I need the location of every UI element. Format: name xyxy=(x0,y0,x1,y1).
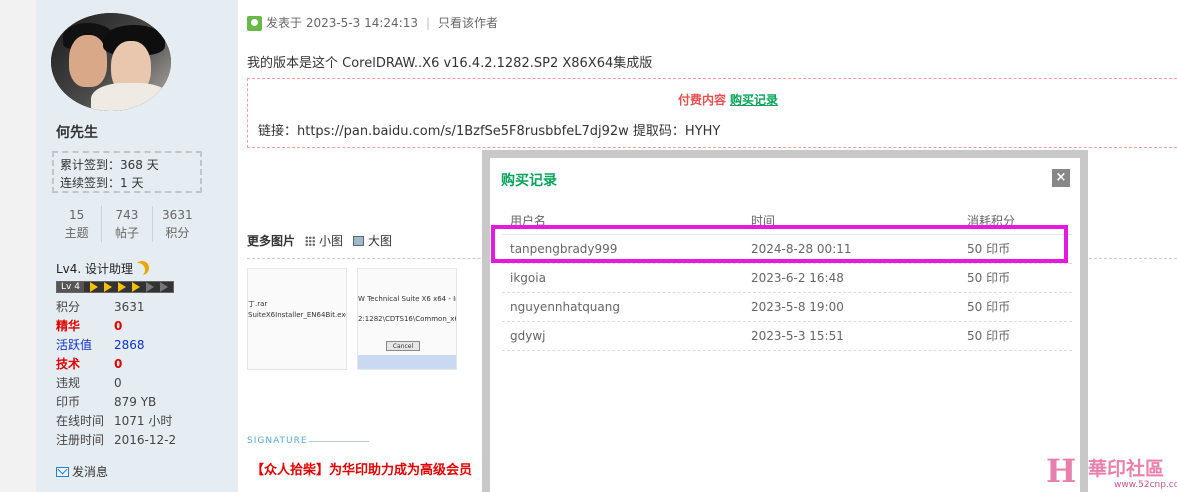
stat-points[interactable]: 3631 积分 xyxy=(153,206,202,242)
mail-icon xyxy=(56,467,69,477)
checkin-box: 累计签到：368 天 连续签到：1 天 xyxy=(52,151,202,193)
close-icon[interactable]: × xyxy=(1052,169,1070,187)
avatar[interactable] xyxy=(51,13,171,111)
paid-content-title: 付费内容 购买记录 xyxy=(678,93,779,107)
dialog-title: 购买记录 xyxy=(501,173,557,189)
checkin-total: 累计签到：368 天 xyxy=(60,158,159,172)
profile-row-points: 积分 3631 xyxy=(56,300,145,314)
username[interactable]: 何先生 xyxy=(56,122,98,142)
watermark-logo: H 華印社區 www.52cnp.com xyxy=(1046,452,1177,490)
large-pictures-link[interactable]: 大图 xyxy=(368,232,392,249)
chevron-icon xyxy=(103,282,112,292)
post-time: 发表于 2023-5-3 14:24:13 xyxy=(266,16,418,30)
level-progress-bar: Lv 4 xyxy=(56,281,174,293)
only-author-link[interactable]: 只看该作者 xyxy=(438,14,498,32)
post-meta: 发表于 2023-5-3 14:24:13 | 只看该作者 xyxy=(247,14,498,32)
level-badge: Lv 4 xyxy=(57,282,84,292)
chevron-icon xyxy=(145,282,154,292)
table-row: nguyennhatquang 2023-5-8 19:00 50 印币 xyxy=(502,293,1072,322)
author-online-icon xyxy=(247,15,262,31)
page: 何先生 累计签到：368 天 连续签到：1 天 15 主题 743 帖子 363… xyxy=(0,0,1177,492)
chevron-icon xyxy=(131,282,140,292)
author-sidebar: 何先生 累计签到：368 天 连续签到：1 天 15 主题 743 帖子 363… xyxy=(36,0,238,492)
download-link[interactable]: 链接：https://pan.baidu.com/s/1BzfSe5F8rusb… xyxy=(258,120,720,139)
picture-thumbnail[interactable]: W Technical Suite X6 x64 - InstallShiel … xyxy=(357,268,457,370)
left-gutter xyxy=(0,0,36,492)
chevron-icon xyxy=(159,282,168,292)
post-body: 我的版本是这个 CorelDRAW..X6 v16.4.2.1282.SP2 X… xyxy=(247,56,653,71)
profile-row-activity: 活跃值 2868 xyxy=(56,338,145,352)
paid-content-box: 付费内容 购买记录 链接：https://pan.baidu.com/s/1Bzf… xyxy=(247,78,1177,148)
user-stats: 15 主题 743 帖子 3631 积分 xyxy=(52,206,202,242)
grid-icon xyxy=(305,235,316,246)
stat-posts[interactable]: 743 帖子 xyxy=(102,206,153,242)
more-pictures-label: 更多图片 xyxy=(247,234,296,248)
profile-row-tech: 技术 0 xyxy=(56,357,123,371)
small-pictures-link[interactable]: 小图 xyxy=(319,232,343,249)
logo-mark-icon: H xyxy=(1046,452,1077,490)
stat-topics[interactable]: 15 主题 xyxy=(52,206,103,242)
level-title: Lv4. 设计助理 xyxy=(56,260,149,277)
purchase-record-link[interactable]: 购买记录 xyxy=(730,93,778,107)
profile-row-coins: 印币 879 YB xyxy=(56,395,157,409)
cancel-button: Cancel xyxy=(386,341,420,351)
profile-row-online-time: 在线时间 1071 小时 xyxy=(56,414,173,428)
checkin-streak: 连续签到：1 天 xyxy=(60,176,144,190)
table-row: ikgoia 2023-6-2 16:48 50 印币 xyxy=(502,264,1072,293)
table-row: gdywj 2023-5-3 15:51 50 印币 xyxy=(502,322,1072,351)
highlight-box xyxy=(491,225,1068,263)
purchase-record-dialog: 购买记录 × 用户名 时间 消耗积分 tanpengbrady999 2024-… xyxy=(482,150,1088,492)
signature-promo-link[interactable]: 【众人拾柴】为华印助力成为高级会员 xyxy=(251,459,472,478)
chevron-icon xyxy=(89,282,98,292)
profile-details: 积分 3631 精华 0 活跃值 2868 技术 0 违规 0 印币 879 YB 在线时间… xyxy=(56,298,176,450)
picture-thumbnail[interactable]: 丁.rar SuiteX6Installer_EN64Bit.exe xyxy=(247,268,347,370)
chevron-icon xyxy=(117,282,126,292)
signature-label: SIGNATURE xyxy=(247,436,308,446)
send-message-link[interactable]: 发消息 xyxy=(56,463,108,480)
image-icon xyxy=(353,235,365,246)
profile-row-register-date: 注册时间 2016-12-2 xyxy=(56,433,177,447)
more-pictures-bar: 更多图片 小图 大图 xyxy=(247,232,392,249)
profile-row-violations: 违规 0 xyxy=(56,376,122,390)
moon-icon xyxy=(135,261,149,275)
profile-row-essence: 精华 0 xyxy=(56,319,123,333)
